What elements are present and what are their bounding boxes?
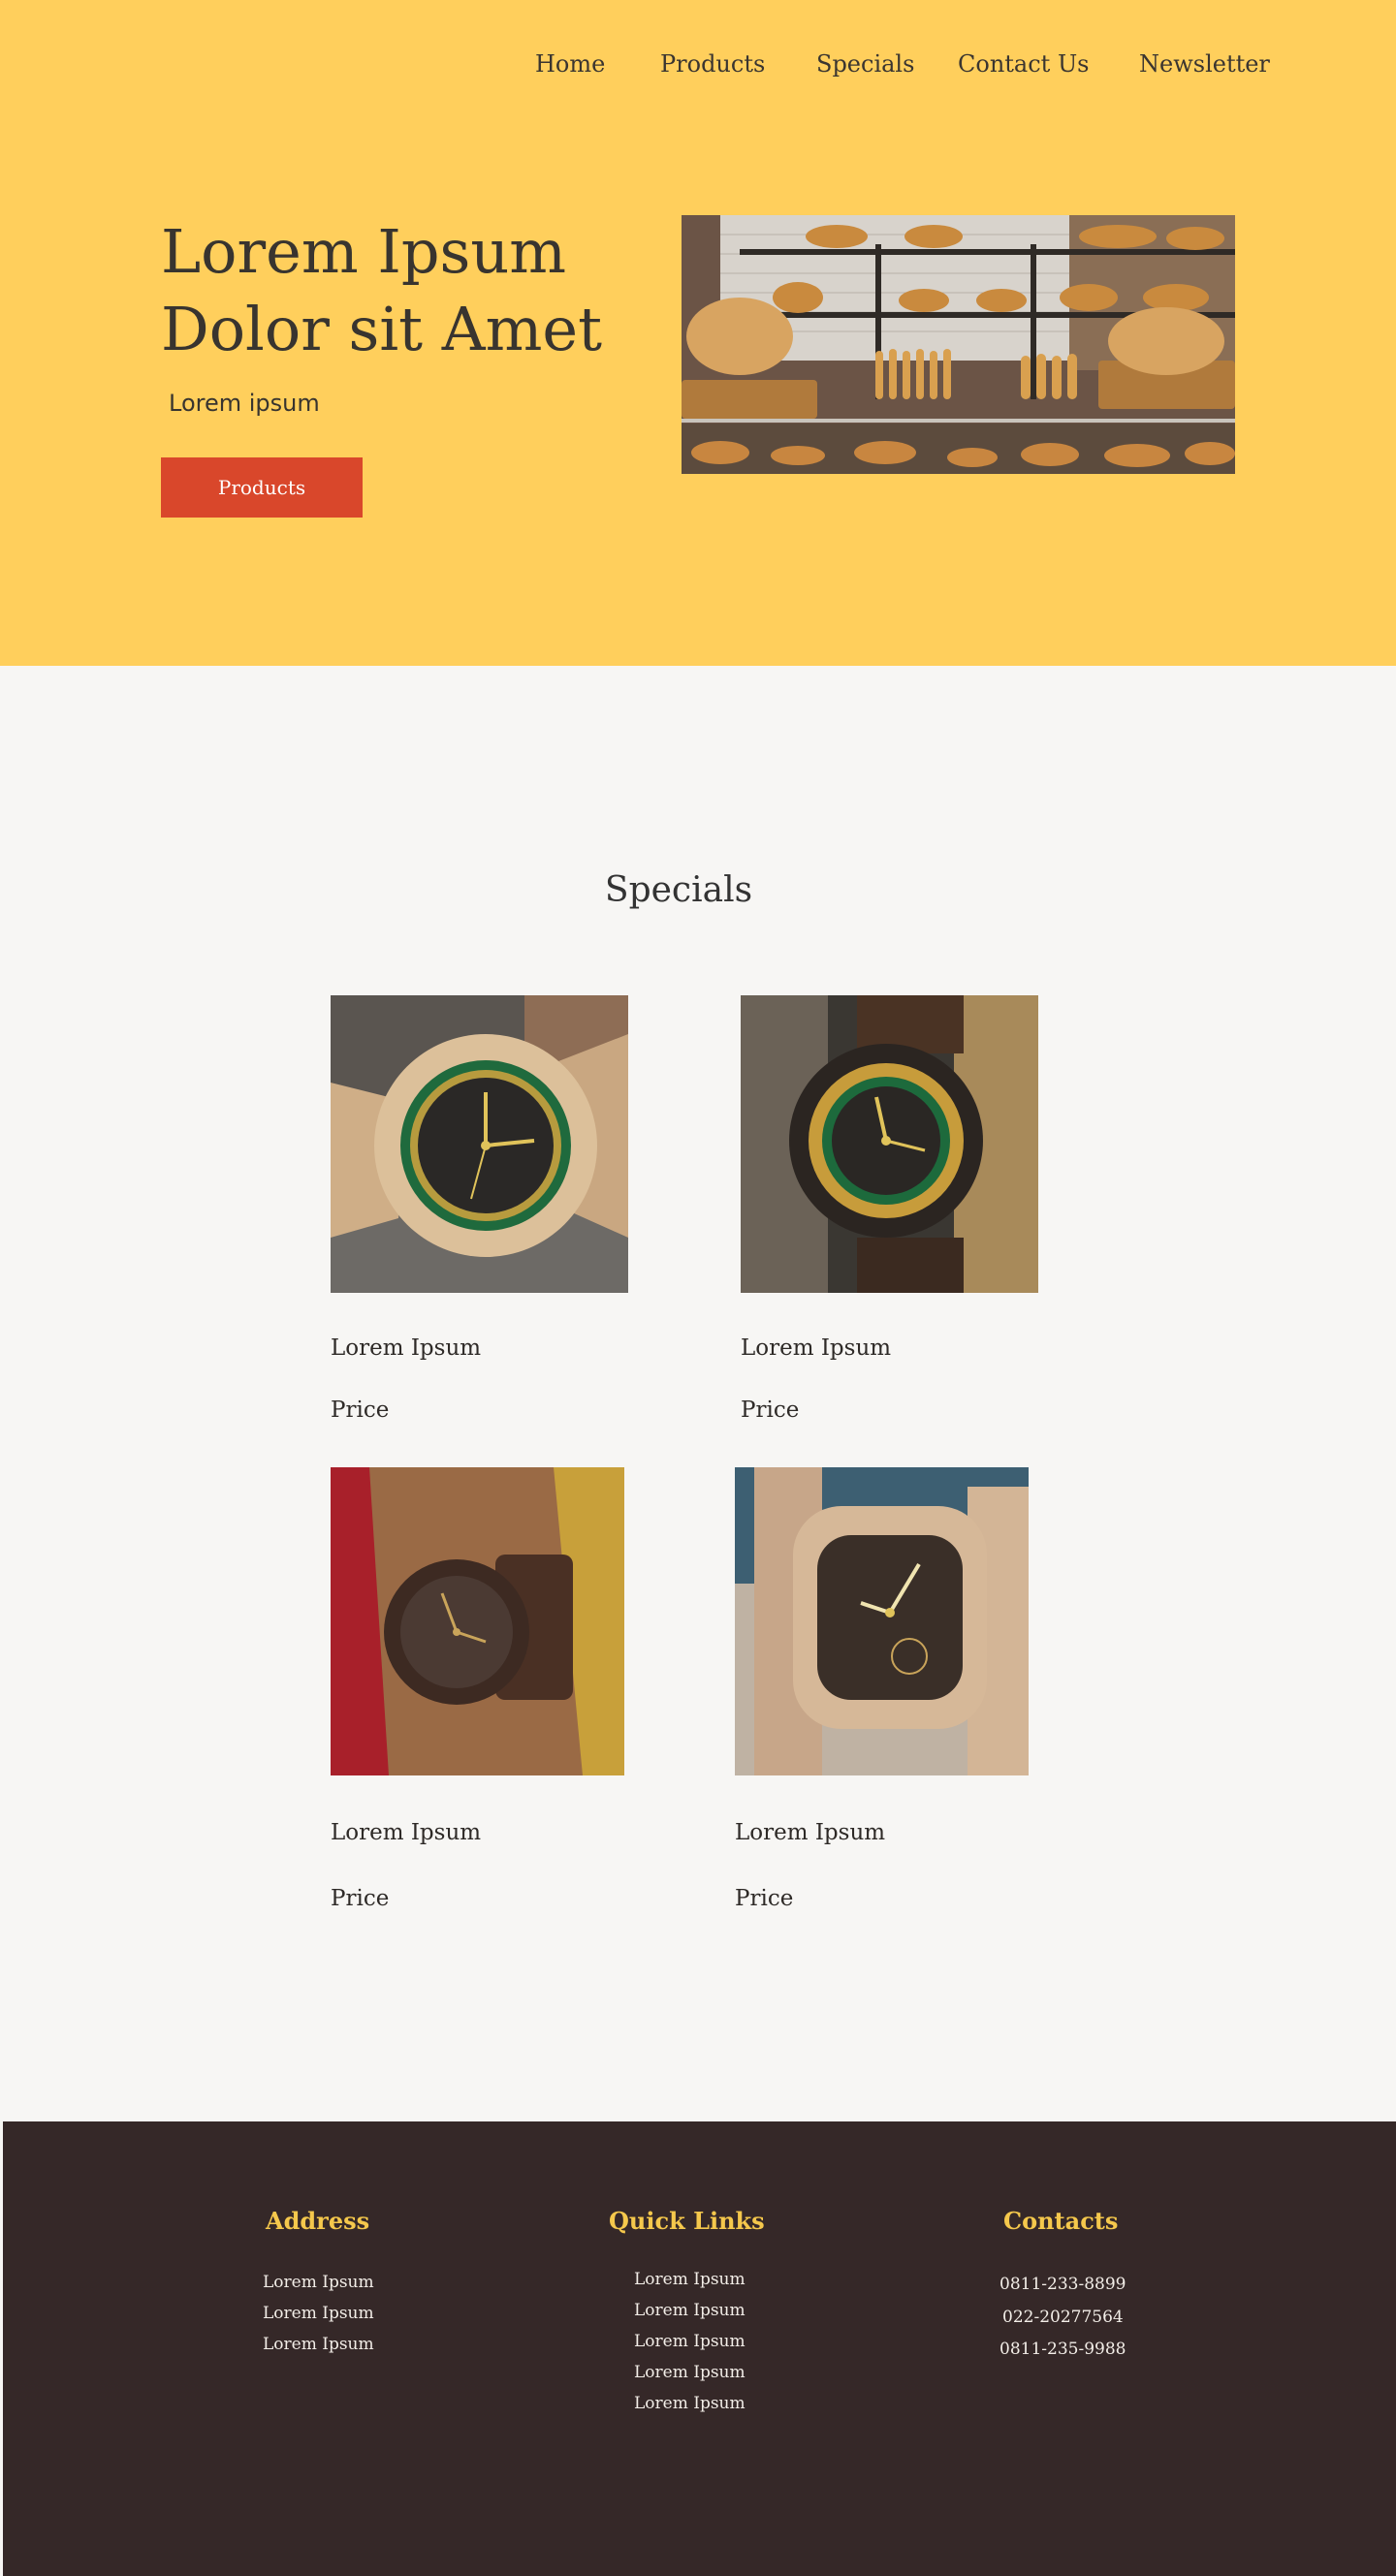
product-image[interactable] [735,1467,1029,1775]
product-name[interactable]: Lorem Ipsum [331,1820,481,1845]
address-heading: Address [266,2207,370,2235]
footer-link[interactable]: Lorem Ipsum [634,2301,746,2320]
product-image[interactable] [741,995,1038,1293]
product-price: Price [331,1886,390,1911]
footer-link[interactable]: Lorem Ipsum [634,2394,746,2413]
contact-phone: 022-20277564 [1002,2308,1124,2327]
hero-subtitle: Lorem ipsum [169,390,320,417]
hero-section: Home Products Specials Contact Us Newsle… [0,0,1396,666]
product-price: Price [331,1398,390,1423]
nav-newsletter[interactable]: Newsletter [1139,48,1270,79]
footer-link[interactable]: Lorem Ipsum [634,2332,746,2351]
square-watch-icon [735,1467,1029,1775]
product-image[interactable] [331,995,628,1293]
contact-phone: 0811-233-8899 [999,2275,1126,2294]
hero-title: Lorem Ipsum Dolor sit Amet [161,216,602,364]
dark-wood-watch-icon [741,995,1038,1293]
bakery-shelves-photo-icon [682,215,1235,474]
footer-link[interactable]: Lorem Ipsum [634,2363,746,2382]
nav-specials[interactable]: Specials [816,48,914,79]
quick-links-heading: Quick Links [609,2207,765,2235]
product-name[interactable]: Lorem Ipsum [735,1820,885,1845]
product-image[interactable] [331,1467,624,1775]
specials-heading: Specials [604,870,753,910]
products-button[interactable]: Products [161,457,363,518]
address-line: Lorem Ipsum [263,2304,374,2323]
product-price: Price [741,1398,800,1423]
wrist-watch-icon [331,1467,624,1775]
bakery-image [682,215,1235,474]
light-wood-watch-icon [331,995,628,1293]
product-name[interactable]: Lorem Ipsum [741,1335,891,1361]
contact-phone: 0811-235-9988 [999,2340,1126,2359]
address-line: Lorem Ipsum [263,2273,374,2292]
nav-products[interactable]: Products [660,48,765,79]
nav-contact-us[interactable]: Contact Us [958,48,1089,79]
product-price: Price [735,1886,794,1911]
footer-link[interactable]: Lorem Ipsum [634,2270,746,2289]
nav-home[interactable]: Home [535,48,605,79]
product-name[interactable]: Lorem Ipsum [331,1335,481,1361]
address-line: Lorem Ipsum [263,2335,374,2354]
contacts-heading: Contacts [1003,2207,1119,2235]
